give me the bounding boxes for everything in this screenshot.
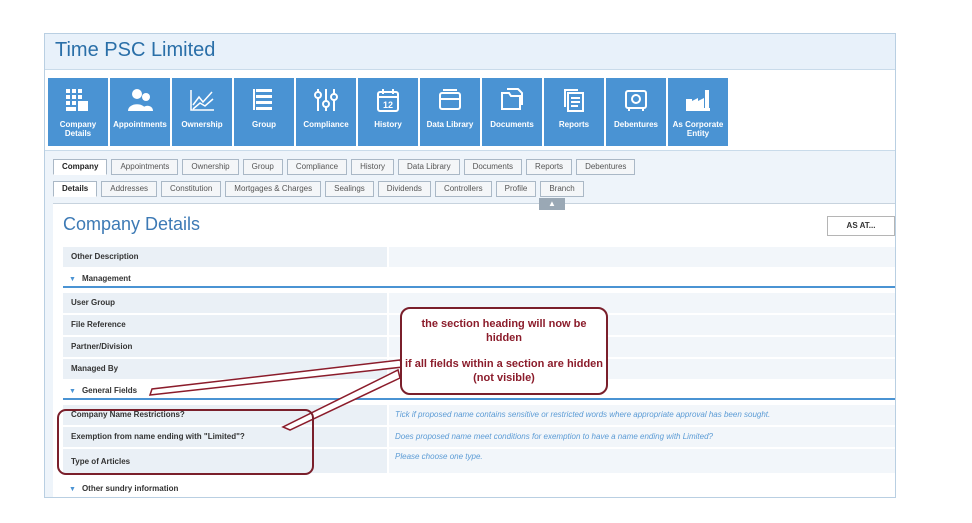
- annotation-callout: the section heading will now be hidden i…: [400, 307, 608, 395]
- highlight-box: [57, 409, 314, 475]
- callout-line-1: the section heading will now be hidden: [421, 318, 587, 344]
- callout-line-2: if all fields within a section are hidde…: [404, 358, 604, 384]
